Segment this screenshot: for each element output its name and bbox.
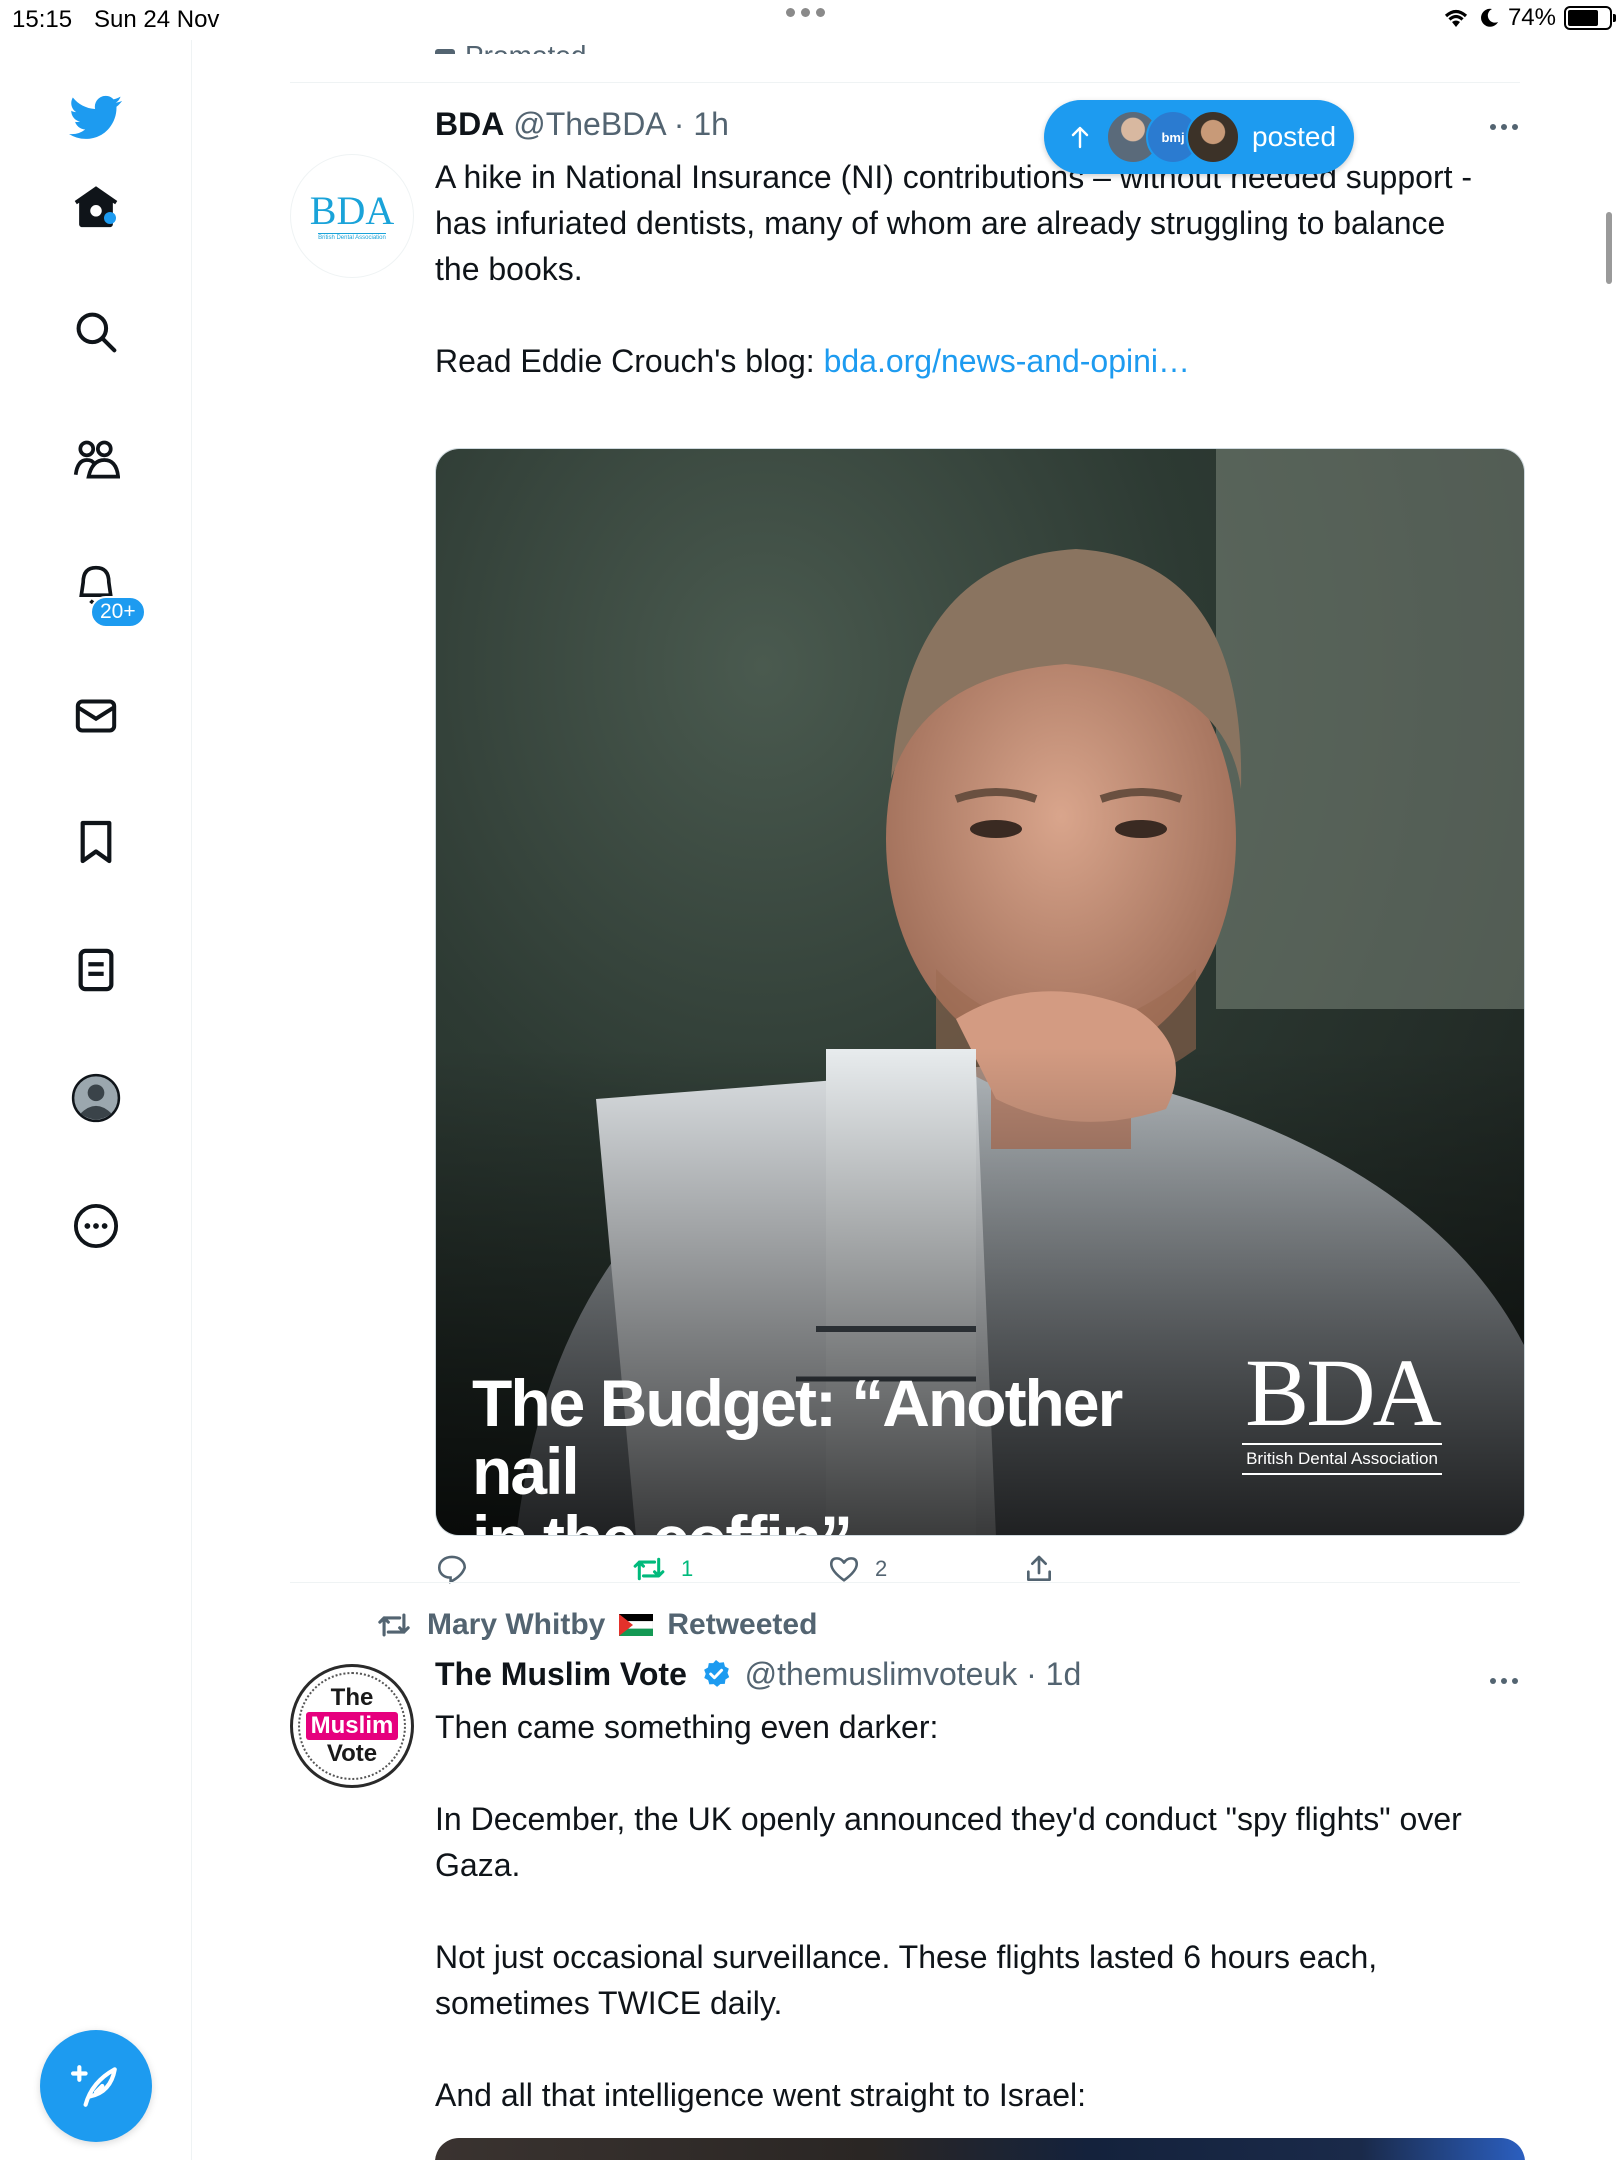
tweet-time[interactable]: 1d (1046, 1656, 1082, 1692)
reply-button[interactable] (435, 1552, 483, 1586)
bda-logo-subtext: British Dental Association (1242, 1443, 1442, 1475)
retweet-icon (378, 1613, 410, 1637)
status-bar: 15:15 Sun 24 Nov 74% (0, 0, 1620, 40)
tweet-paragraph: Not just occasional surveillance. These … (435, 1939, 1378, 2021)
tweet-more-icon[interactable] (1490, 124, 1518, 130)
promoted-label-row: Promoted (435, 40, 586, 54)
bda-avatar-logo: BDA (309, 188, 395, 233)
status-date: Sun 24 Nov (94, 6, 220, 33)
tweet-media-image-partial[interactable] (435, 2138, 1525, 2160)
promoted-icon (435, 49, 455, 54)
battery-percent: 74% (1507, 4, 1556, 31)
retweet-button[interactable]: 1 (631, 1552, 693, 1586)
tweet-text: Then came something even darker: In Dece… (435, 1704, 1495, 2118)
search-icon[interactable] (68, 304, 124, 360)
promoted-label: Promoted (465, 40, 586, 54)
retweeted-by-row: Mary Whitby Retweeted (375, 1608, 817, 1642)
author-avatar[interactable]: The Muslim Vote (290, 1664, 414, 1788)
wifi-icon (1444, 9, 1468, 27)
separator-dot: · (664, 106, 694, 142)
verified-badge-icon (703, 1660, 729, 1687)
tweet-media-image[interactable]: The Budget: “Another nail in the coffin”… (435, 448, 1525, 1536)
tweet-text: A hike in National Insurance (NI) contri… (435, 154, 1495, 384)
bda-logo-text: BDA (1245, 1339, 1442, 1446)
tweet-paragraph: A hike in National Insurance (NI) contri… (435, 159, 1473, 287)
notifications-badge: 20+ (90, 596, 146, 628)
heart-icon (829, 1557, 859, 1582)
home-icon[interactable] (68, 178, 124, 234)
new-posts-avatars: bmj (1106, 110, 1240, 164)
tweet-paragraph: And all that intelligence went straight … (435, 2077, 1087, 2113)
compose-feather-icon (71, 2065, 117, 2107)
separator-dot: · (1017, 1656, 1046, 1692)
pill-avatar (1186, 110, 1240, 164)
status-time: 15:15 (12, 6, 73, 33)
share-button[interactable] (1023, 1552, 1055, 1586)
timeline-feed: Promoted bmj posted BDA British Dental A… (290, 40, 1525, 2160)
media-bda-logo: BDA British Dental Association (1242, 1345, 1442, 1475)
profile-icon[interactable] (68, 1070, 124, 1126)
share-icon (1027, 1555, 1051, 1581)
tweet-time[interactable]: 1h (693, 106, 729, 142)
new-posts-pill[interactable]: bmj posted (1044, 100, 1354, 174)
bda-avatar-subtext: British Dental Association (318, 233, 386, 241)
twitter-logo-icon[interactable] (68, 90, 124, 146)
tweet-more-icon[interactable] (1490, 1678, 1518, 1684)
do-not-disturb-moon-icon (1481, 8, 1498, 27)
retweeted-label: Retweeted (667, 1608, 818, 1641)
lists-icon[interactable] (68, 942, 124, 998)
battery-icon (1564, 6, 1616, 30)
author-handle[interactable]: @themuslimvoteuk (745, 1656, 1018, 1692)
retweeter-name[interactable]: Mary Whitby (427, 1608, 605, 1642)
overlay-title-line1: The Budget: “Another nail (472, 1366, 1123, 1508)
compose-tweet-button[interactable] (40, 2030, 152, 2142)
status-right: 74% (1442, 4, 1616, 32)
tweet-paragraph: Then came something even darker: (435, 1709, 939, 1745)
communities-icon[interactable] (68, 432, 124, 488)
author-name[interactable]: The Muslim Vote (435, 1656, 687, 1692)
reply-icon (437, 1555, 467, 1584)
overlay-title-line2: in the coffin” (472, 1505, 1192, 1535)
tweet-paragraph-link: Read Eddie Crouch's blog: bda.org/news-a… (435, 343, 1190, 379)
retweet-count: 1 (681, 1556, 694, 1581)
messages-icon[interactable] (68, 688, 124, 744)
tweet-bda[interactable]: BDA British Dental Association BDA @TheB… (290, 82, 1525, 1622)
left-navigation: 20+ (0, 40, 192, 2160)
multitasking-dots[interactable] (786, 8, 825, 17)
article-link[interactable]: bda.org/news-and-opini… (824, 343, 1190, 379)
palestine-flag-icon (619, 1614, 654, 1636)
media-overlay-title: The Budget: “Another nail in the coffin” (472, 1366, 1192, 1535)
tweet-header: The Muslim Vote @themuslimvoteuk · 1d (435, 1656, 1081, 1693)
like-button[interactable]: 2 (827, 1552, 887, 1586)
retweet-icon (633, 1557, 665, 1581)
tweet-paragraph: In December, the UK openly announced the… (435, 1801, 1462, 1883)
author-name[interactable]: BDA (435, 106, 504, 142)
author-handle[interactable]: @TheBDA (513, 106, 665, 142)
bookmarks-icon[interactable] (68, 814, 124, 870)
scrollbar[interactable] (1606, 212, 1612, 284)
author-avatar[interactable]: BDA British Dental Association (290, 154, 414, 278)
home-unread-dot (104, 212, 116, 224)
more-options-icon[interactable] (68, 1198, 124, 1254)
arrow-up-icon (1071, 126, 1089, 149)
like-count: 2 (875, 1556, 888, 1581)
tweet-header: BDA @TheBDA · 1h (435, 106, 729, 143)
new-posts-label: posted (1252, 121, 1337, 152)
